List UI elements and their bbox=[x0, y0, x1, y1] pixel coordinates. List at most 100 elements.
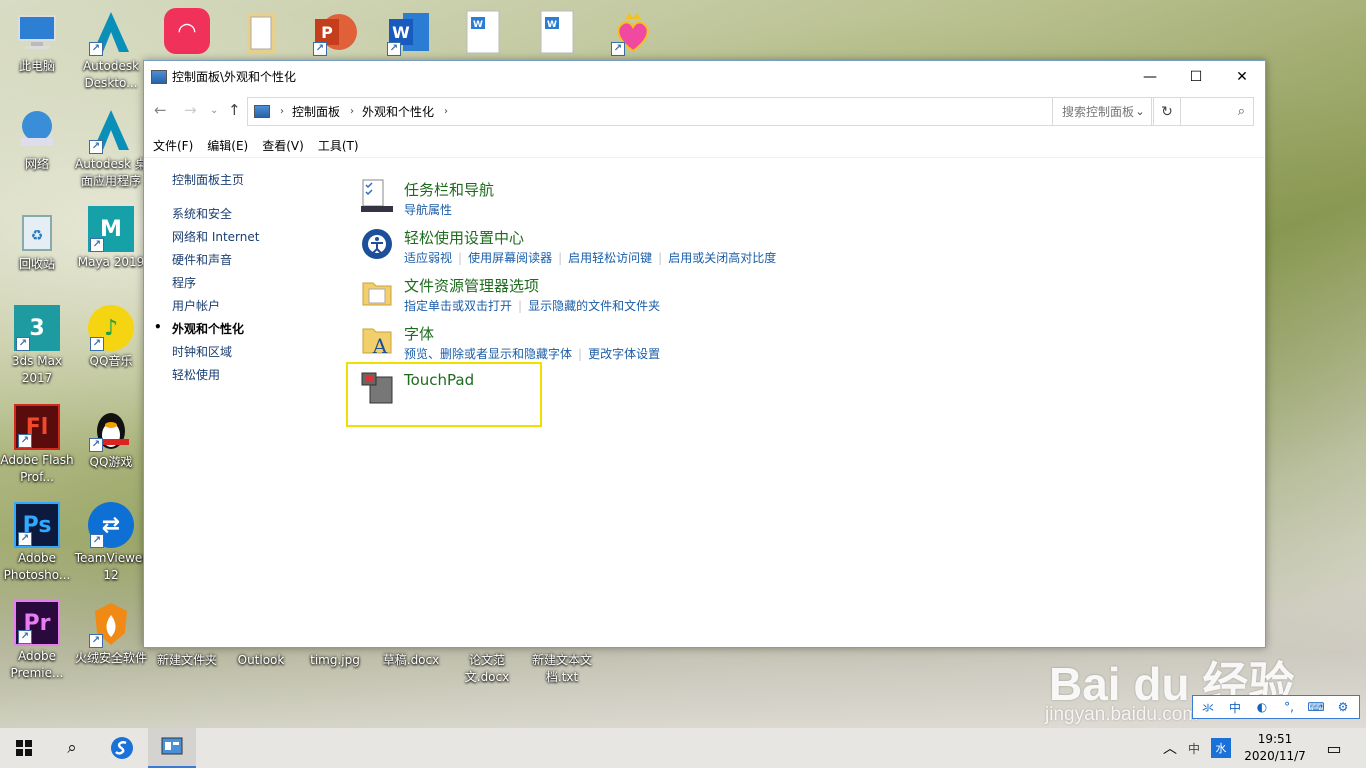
ime-halfwidth-icon[interactable]: ◐ bbox=[1250, 697, 1274, 717]
notification-center-icon[interactable]: ▭ bbox=[1318, 728, 1350, 768]
desktop-icon-flash[interactable]: Fl ↗ Adobe Flash Prof... bbox=[0, 404, 74, 486]
nav-item-clock-region[interactable]: 时钟和区域 bbox=[172, 343, 232, 360]
desktop-icon-draft[interactable]: 草稿.docx bbox=[374, 652, 448, 669]
category-title[interactable]: 字体 bbox=[404, 323, 434, 344]
desktop-icon-label: 火绒安全软件 bbox=[74, 651, 147, 665]
desktop-icon-huorong[interactable]: ↗ 火绒安全软件 bbox=[74, 600, 148, 667]
desktop-icon-word[interactable]: W ↗ bbox=[372, 8, 446, 58]
nav-item-system-security[interactable]: 系统和安全 bbox=[172, 205, 232, 222]
start-button[interactable] bbox=[0, 728, 48, 768]
breadcrumb-control-panel[interactable]: 控制面板 bbox=[292, 103, 340, 120]
taskbar-app-sogou[interactable] bbox=[98, 728, 146, 768]
desktop-icon-meitu[interactable]: ◠ bbox=[150, 8, 224, 56]
link-separator: | bbox=[558, 251, 563, 265]
category-title[interactable]: 轻松使用设置中心 bbox=[404, 227, 524, 248]
desktop-icon-outlook[interactable]: Outlook bbox=[224, 652, 298, 669]
ime-punctuation-icon[interactable]: °, bbox=[1277, 697, 1301, 717]
folder-options-icon bbox=[360, 275, 394, 309]
input-language[interactable]: 中 bbox=[1184, 728, 1204, 768]
control-panel-window: 控制面板\外观和个性化 — ☐ ✕ ← → ⌄ ↑ › 控制面板 › 外观和个性… bbox=[143, 60, 1266, 648]
desktop-icon-qqgame[interactable]: ↗ QQ游戏 bbox=[74, 404, 148, 471]
desktop-icon-doc1[interactable]: W bbox=[446, 8, 520, 58]
link-screen-reader[interactable]: 使用屏幕阅读器 bbox=[468, 251, 552, 265]
address-bar[interactable]: › 控制面板 › 外观和个性化 › ⌄ bbox=[247, 97, 1152, 126]
search-button[interactable]: ⌕ bbox=[48, 728, 96, 768]
breadcrumb-appearance[interactable]: 外观和个性化 bbox=[362, 103, 434, 120]
desktop-icon-autodesk-app[interactable]: ↗ Autodesk 桌面应用程序 bbox=[74, 106, 148, 190]
desktop-icon-powerpoint[interactable]: P ↗ bbox=[298, 8, 372, 58]
nav-item-ease-of-access[interactable]: 轻松使用 bbox=[172, 366, 220, 383]
desktop-icon-premiere[interactable]: Pr ↗ Adobe Premie... bbox=[0, 600, 74, 682]
shortcut-arrow-icon: ↗ bbox=[611, 42, 625, 56]
category-title[interactable]: 文件资源管理器选项 bbox=[404, 275, 539, 296]
up-arrow-icon[interactable]: ↑ bbox=[228, 101, 241, 119]
category-title[interactable]: 任务栏和导航 bbox=[404, 179, 494, 200]
link-low-vision[interactable]: 适应弱视 bbox=[404, 251, 452, 265]
menu-edit[interactable]: 编辑(E) bbox=[207, 137, 248, 157]
desktop-icon-qqmusic[interactable]: ♪ ↗ QQ音乐 bbox=[74, 305, 148, 370]
taskbar-app-control-panel[interactable] bbox=[148, 728, 196, 768]
minimize-button[interactable]: — bbox=[1127, 61, 1173, 92]
maximize-button[interactable]: ☐ bbox=[1173, 61, 1219, 92]
back-arrow-icon[interactable]: ← bbox=[154, 101, 167, 119]
nav-item-appearance-label: 外观和个性化 bbox=[172, 322, 245, 336]
nav-item-appearance[interactable]: • 外观和个性化 bbox=[154, 320, 245, 337]
desktop-icon-timg[interactable]: timg.jpg bbox=[298, 652, 372, 669]
shortcut-arrow-icon: ↗ bbox=[18, 532, 32, 546]
control-panel-small-icon bbox=[254, 105, 270, 118]
desktop-icon-teamviewer[interactable]: ⇄ ↗ TeamViewer 12 bbox=[74, 502, 148, 584]
desktop-icon-recycle-bin[interactable]: ♻ 回收站 bbox=[0, 206, 74, 273]
desktop-icon-maya[interactable]: M ↗ Maya 2019 bbox=[74, 206, 148, 271]
shortcut-arrow-icon: ↗ bbox=[89, 438, 103, 452]
desktop-icon-this-pc[interactable]: 此电脑 bbox=[0, 8, 74, 75]
desktop-icon-autodesk-desktop[interactable]: ↗ Autodesk Deskto... bbox=[74, 8, 148, 92]
heart-crown-icon: ↗ bbox=[609, 8, 657, 56]
nav-item-programs[interactable]: 程序 bbox=[172, 274, 196, 291]
ime-chinese-mode[interactable]: 中 bbox=[1223, 697, 1247, 717]
ime-settings-icon[interactable]: ⚙ bbox=[1331, 697, 1355, 717]
ime-logo-icon[interactable]: 氺 bbox=[1196, 697, 1220, 717]
nav-control-panel-home[interactable]: 控制面板主页 bbox=[172, 171, 244, 188]
link-show-hidden[interactable]: 显示隐藏的文件和文件夹 bbox=[528, 299, 660, 313]
link-separator: | bbox=[458, 251, 463, 265]
ime-keyboard-icon[interactable]: ⌨ bbox=[1304, 697, 1328, 717]
maya-icon: M ↗ bbox=[88, 206, 134, 252]
desktop-icon-doc2[interactable]: W bbox=[520, 8, 594, 58]
title-bar[interactable]: 控制面板\外观和个性化 — ☐ ✕ bbox=[144, 61, 1265, 92]
qqmusic-icon: ♪ ↗ bbox=[88, 305, 134, 351]
desktop-icon-photoshop[interactable]: Ps ↗ Adobe Photosho... bbox=[0, 502, 74, 584]
ime-toolbar: 氺 中 ◐ °, ⌨ ⚙ bbox=[1192, 695, 1360, 719]
desktop-icon-heart-app[interactable]: ↗ bbox=[596, 8, 670, 58]
desktop-icon-paper[interactable]: 论文范文.docx bbox=[449, 652, 525, 686]
recent-dropdown-icon[interactable]: ⌄ bbox=[210, 105, 218, 116]
desktop-icon-new-folder[interactable]: 新建文件夹 bbox=[150, 652, 224, 669]
nav-item-user-accounts[interactable]: 用户帐户 bbox=[172, 297, 220, 314]
shortcut-arrow-icon: ↗ bbox=[18, 434, 32, 448]
nav-item-network[interactable]: 网络和 Internet bbox=[172, 228, 259, 245]
desktop-icon-label: 新建文本文档.txt bbox=[531, 653, 592, 684]
link-access-keys[interactable]: 启用轻松访问键 bbox=[568, 251, 652, 265]
menu-file[interactable]: 文件(F) bbox=[153, 137, 193, 157]
system-clock[interactable]: 19:51 2020/11/7 bbox=[1240, 731, 1310, 765]
link-font-settings[interactable]: 更改字体设置 bbox=[588, 347, 660, 361]
desktop-icon-folder-docs[interactable] bbox=[224, 8, 298, 58]
desktop-icon-newtxt[interactable]: 新建文本文档.txt bbox=[524, 652, 600, 686]
search-icon[interactable]: ⌕ bbox=[1238, 104, 1245, 119]
taskbar-icon bbox=[360, 179, 394, 213]
menu-view[interactable]: 查看(V) bbox=[262, 137, 304, 157]
menu-tools[interactable]: 工具(T) bbox=[318, 137, 359, 157]
close-button[interactable]: ✕ bbox=[1219, 61, 1265, 92]
desktop-icon-3dsmax[interactable]: 3 ↗ 3ds Max 2017 bbox=[0, 305, 74, 387]
tray-chevron-icon[interactable]: ︿ bbox=[1160, 728, 1180, 768]
link-high-contrast[interactable]: 启用或关闭高对比度 bbox=[668, 251, 776, 265]
link-click-open[interactable]: 指定单击或双击打开 bbox=[404, 299, 512, 313]
desktop-icon-label: Adobe Flash Prof... bbox=[0, 453, 74, 484]
link-preview-fonts[interactable]: 预览、删除或者显示和隐藏字体 bbox=[404, 347, 572, 361]
desktop-icon-network[interactable]: 网络 bbox=[0, 106, 74, 173]
nav-item-hardware-sound[interactable]: 硬件和声音 bbox=[172, 251, 232, 268]
ime-mode-icon[interactable]: 水 bbox=[1208, 728, 1234, 768]
search-input[interactable] bbox=[1053, 98, 1223, 125]
word-icon: W ↗ bbox=[385, 8, 433, 56]
link-navigation-properties[interactable]: 导航属性 bbox=[404, 203, 452, 217]
forward-arrow-icon[interactable]: → bbox=[184, 101, 197, 119]
